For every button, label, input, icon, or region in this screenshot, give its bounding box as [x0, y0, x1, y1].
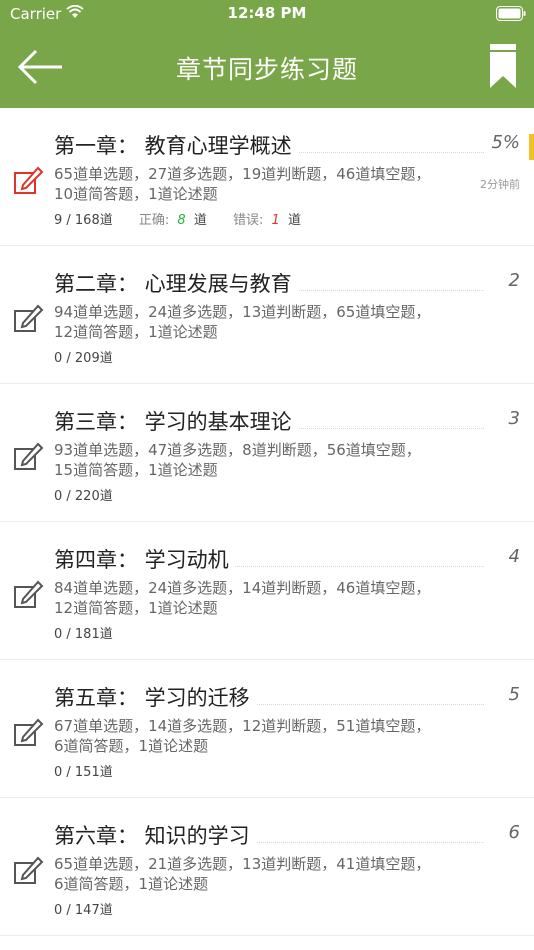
- chapter-item[interactable]: 第三章： 学习的基本理论 3 93道单选题，47道多选题，8道判断题，56道填空…: [0, 384, 534, 522]
- chapter-description: 65道单选题，27道多选题，19道判断题，46道填空题，10道简答题，1道论述题: [54, 165, 431, 203]
- chapter-item[interactable]: 第五章： 学习的迁移 5 67道单选题，14道多选题，12道判断题，51道填空题…: [0, 660, 534, 798]
- chapter-stats: 0 / 209道: [54, 347, 113, 366]
- wrong-unit: 道: [287, 213, 301, 228]
- nav-bar: 章节同步练习题: [0, 28, 534, 108]
- chapter-title: 第二章： 心理发展与教育: [54, 268, 298, 298]
- chapter-description: 84道单选题，24道多选题，14道判断题，46道填空题，12道简答题，1道论述题: [54, 579, 431, 617]
- chapter-stats: 9 / 168道 正确: 8 道 错误: 1 道: [54, 209, 301, 228]
- chapter-progress: 0 / 209道: [54, 351, 113, 366]
- wrong-label: 错误:: [232, 213, 264, 228]
- correct-count: 8: [177, 213, 186, 228]
- chapter-number: 4: [502, 546, 520, 567]
- chapter-stats: 0 / 220道: [54, 485, 113, 504]
- edit-icon: [14, 304, 44, 332]
- chapter-progress-percent: 5%: [485, 132, 520, 153]
- active-indicator: [529, 134, 534, 160]
- battery-icon: [496, 6, 526, 21]
- chapter-title-row: 第三章： 学习的基本理论 3: [54, 406, 520, 436]
- chapter-progress: 9 / 168道: [54, 213, 113, 228]
- chapter-number: 3: [502, 408, 520, 429]
- chapter-stats: 0 / 147道: [54, 899, 113, 918]
- chapter-item[interactable]: 第二章： 心理发展与教育 2 94道单选题，24道多选题，13道判断题，65道填…: [0, 246, 534, 384]
- chapter-progress: 0 / 151道: [54, 765, 113, 780]
- chapter-title-row: 第一章： 教育心理学概述 5%: [54, 130, 520, 160]
- correct-label: 正确:: [138, 213, 170, 228]
- chapter-title-row: 第二章： 心理发展与教育 2: [54, 268, 520, 298]
- chapter-title: 第一章： 教育心理学概述: [54, 130, 298, 160]
- chapter-description: 65道单选题，21道多选题，13道判断题，41道填空题，6道简答题，1道论述题: [54, 855, 431, 893]
- app: Carrier 12:48 PM 章节同步练习题 第一章： 教育心理学概述 5%…: [0, 0, 534, 950]
- status-time: 12:48 PM: [227, 4, 307, 22]
- chapter-description: 67道单选题，14道多选题，12道判断题，51道填空题，6道简答题，1道论述题: [54, 717, 431, 755]
- chapter-number: 2: [502, 270, 520, 291]
- wrong-count: 1: [271, 213, 280, 228]
- chapter-list: 第一章： 教育心理学概述 5% 65道单选题，27道多选题，19道判断题，46道…: [0, 108, 534, 936]
- chapter-progress: 0 / 147道: [54, 903, 113, 918]
- chapter-progress: 0 / 181道: [54, 627, 113, 642]
- edit-icon: [14, 718, 44, 746]
- chapter-item[interactable]: 第一章： 教育心理学概述 5% 65道单选题，27道多选题，19道判断题，46道…: [0, 108, 534, 246]
- correct-unit: 道: [193, 213, 207, 228]
- header: Carrier 12:48 PM 章节同步练习题: [0, 0, 534, 108]
- chapter-title-row: 第五章： 学习的迁移 5: [54, 682, 520, 712]
- chapter-description: 94道单选题，24道多选题，13道判断题，65道填空题，12道简答题，1道论述题: [54, 303, 431, 341]
- chapter-stats: 0 / 181道: [54, 623, 113, 642]
- chapter-description: 93道单选题，47道多选题，8道判断题，56道填空题，15道简答题，1道论述题: [54, 441, 421, 479]
- edit-icon: [14, 856, 44, 884]
- chapter-number: 6: [502, 822, 520, 843]
- chapter-title-row: 第四章： 学习动机 4: [54, 544, 520, 574]
- edit-icon: [14, 580, 44, 608]
- status-bar: Carrier 12:48 PM: [0, 0, 534, 28]
- last-studied-time: 2分钟前: [480, 178, 520, 191]
- chapter-item[interactable]: 第六章： 知识的学习 6 65道单选题，21道多选题，13道判断题，41道填空题…: [0, 798, 534, 936]
- edit-icon: [14, 442, 44, 470]
- chapter-number: 5: [502, 684, 520, 705]
- chapter-stats: 0 / 151道: [54, 761, 113, 780]
- chapter-title: 第四章： 学习动机: [54, 544, 235, 574]
- edit-icon: [14, 166, 44, 194]
- chapter-title-row: 第六章： 知识的学习 6: [54, 820, 520, 850]
- chapter-title: 第三章： 学习的基本理论: [54, 406, 298, 436]
- bookmark-icon[interactable]: [490, 44, 516, 88]
- chapter-progress: 0 / 220道: [54, 489, 113, 504]
- page-title: 章节同步练习题: [175, 55, 358, 84]
- chapter-title: 第六章： 知识的学习: [54, 820, 256, 850]
- chapter-item[interactable]: 第四章： 学习动机 4 84道单选题，24道多选题，14道判断题，46道填空题，…: [0, 522, 534, 660]
- chapter-title: 第五章： 学习的迁移: [54, 682, 256, 712]
